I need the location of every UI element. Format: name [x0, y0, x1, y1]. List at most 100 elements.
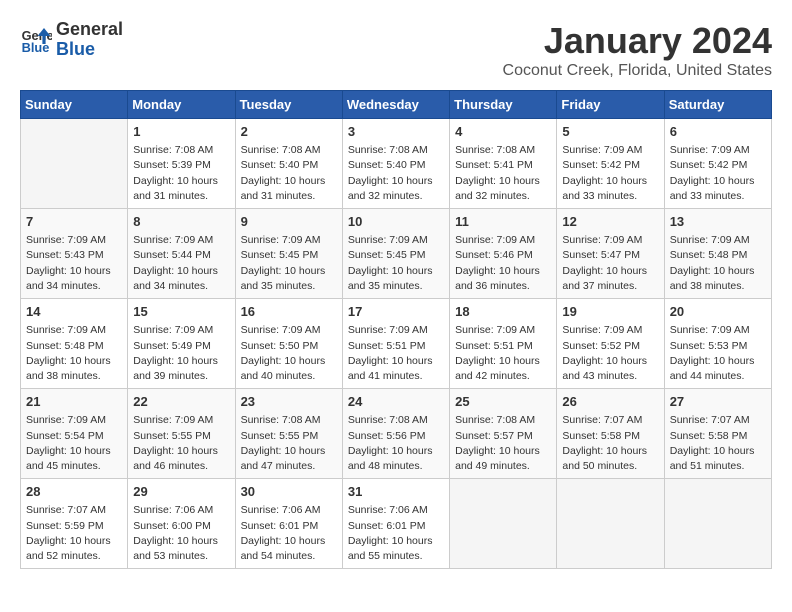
day-number: 25 — [455, 393, 551, 411]
day-content: Sunrise: 7:09 AM Sunset: 5:53 PM Dayligh… — [670, 323, 766, 384]
day-content: Sunrise: 7:09 AM Sunset: 5:45 PM Dayligh… — [241, 233, 337, 294]
day-number: 19 — [562, 303, 658, 321]
calendar-cell: 1 Sunrise: 7:08 AM Sunset: 5:39 PM Daylig… — [128, 119, 235, 209]
header-monday: Monday — [128, 91, 235, 119]
day-number: 6 — [670, 123, 766, 141]
day-content: Sunrise: 7:09 AM Sunset: 5:51 PM Dayligh… — [455, 323, 551, 384]
calendar-cell: 26 Sunrise: 7:07 AM Sunset: 5:58 PM Dayli… — [557, 389, 664, 479]
calendar-cell: 6Sunrise: 7:09 AM Sunset: 5:42 PM Daylig… — [664, 119, 771, 209]
day-number: 24 — [348, 393, 444, 411]
day-content: Sunrise: 7:09 AM Sunset: 5:48 PM Dayligh… — [670, 233, 766, 294]
calendar-cell: 7Sunrise: 7:09 AM Sunset: 5:43 PM Daylig… — [21, 209, 128, 299]
day-content: Sunrise: 7:09 AM Sunset: 5:44 PM Dayligh… — [133, 233, 229, 294]
day-number: 29 — [133, 483, 229, 501]
calendar-cell: 15 Sunrise: 7:09 AM Sunset: 5:49 PM Dayli… — [128, 299, 235, 389]
calendar-cell — [21, 119, 128, 209]
calendar-cell: 21Sunrise: 7:09 AM Sunset: 5:54 PM Dayli… — [21, 389, 128, 479]
day-number: 1 — [133, 123, 229, 141]
page-subtitle: Coconut Creek, Florida, United States — [503, 62, 772, 80]
calendar-cell: 31Sunrise: 7:06 AM Sunset: 6:01 PM Dayli… — [342, 479, 449, 569]
day-number: 10 — [348, 213, 444, 231]
day-content: Sunrise: 7:07 AM Sunset: 5:58 PM Dayligh… — [562, 413, 658, 474]
day-content: Sunrise: 7:08 AM Sunset: 5:57 PM Dayligh… — [455, 413, 551, 474]
calendar-cell — [450, 479, 557, 569]
day-number: 16 — [241, 303, 337, 321]
calendar-cell: 18 Sunrise: 7:09 AM Sunset: 5:51 PM Dayli… — [450, 299, 557, 389]
day-number: 26 — [562, 393, 658, 411]
day-content: Sunrise: 7:07 AM Sunset: 5:59 PM Dayligh… — [26, 503, 122, 564]
calendar-week-1: 1 Sunrise: 7:08 AM Sunset: 5:39 PM Daylig… — [21, 119, 772, 209]
calendar-table: SundayMondayTuesdayWednesdayThursdayFrid… — [20, 90, 772, 569]
header-tuesday: Tuesday — [235, 91, 342, 119]
calendar-cell: 19 Sunrise: 7:09 AM Sunset: 5:52 PM Dayli… — [557, 299, 664, 389]
day-content: Sunrise: 7:08 AM Sunset: 5:55 PM Dayligh… — [241, 413, 337, 474]
calendar-cell: 25 Sunrise: 7:08 AM Sunset: 5:57 PM Dayli… — [450, 389, 557, 479]
day-content: Sunrise: 7:09 AM Sunset: 5:45 PM Dayligh… — [348, 233, 444, 294]
day-number: 8 — [133, 213, 229, 231]
header-thursday: Thursday — [450, 91, 557, 119]
header-saturday: Saturday — [664, 91, 771, 119]
header-sunday: Sunday — [21, 91, 128, 119]
calendar-cell: 28 Sunrise: 7:07 AM Sunset: 5:59 PM Dayli… — [21, 479, 128, 569]
calendar-cell: 10 Sunrise: 7:09 AM Sunset: 5:45 PM Dayli… — [342, 209, 449, 299]
day-number: 22 — [133, 393, 229, 411]
day-number: 4 — [455, 123, 551, 141]
title-block: January 2024 Coconut Creek, Florida, Uni… — [503, 20, 772, 80]
calendar-week-2: 7Sunrise: 7:09 AM Sunset: 5:43 PM Daylig… — [21, 209, 772, 299]
calendar-week-5: 28 Sunrise: 7:07 AM Sunset: 5:59 PM Dayli… — [21, 479, 772, 569]
day-content: Sunrise: 7:07 AM Sunset: 5:58 PM Dayligh… — [670, 413, 766, 474]
page-title: January 2024 — [503, 20, 772, 62]
logo-text-line1: General — [56, 20, 123, 40]
calendar-header-row: SundayMondayTuesdayWednesdayThursdayFrid… — [21, 91, 772, 119]
calendar-cell: 4 Sunrise: 7:08 AM Sunset: 5:41 PM Daylig… — [450, 119, 557, 209]
page-header: General Blue General Blue January 2024 C… — [20, 20, 772, 80]
calendar-cell — [664, 479, 771, 569]
day-content: Sunrise: 7:09 AM Sunset: 5:46 PM Dayligh… — [455, 233, 551, 294]
logo: General Blue General Blue — [20, 20, 123, 60]
day-number: 18 — [455, 303, 551, 321]
header-wednesday: Wednesday — [342, 91, 449, 119]
calendar-week-4: 21Sunrise: 7:09 AM Sunset: 5:54 PM Dayli… — [21, 389, 772, 479]
day-content: Sunrise: 7:08 AM Sunset: 5:39 PM Dayligh… — [133, 143, 229, 204]
day-content: Sunrise: 7:08 AM Sunset: 5:56 PM Dayligh… — [348, 413, 444, 474]
day-content: Sunrise: 7:09 AM Sunset: 5:51 PM Dayligh… — [348, 323, 444, 384]
day-content: Sunrise: 7:09 AM Sunset: 5:52 PM Dayligh… — [562, 323, 658, 384]
day-content: Sunrise: 7:09 AM Sunset: 5:54 PM Dayligh… — [26, 413, 122, 474]
day-number: 28 — [26, 483, 122, 501]
calendar-cell: 20Sunrise: 7:09 AM Sunset: 5:53 PM Dayli… — [664, 299, 771, 389]
day-number: 17 — [348, 303, 444, 321]
calendar-cell: 12 Sunrise: 7:09 AM Sunset: 5:47 PM Dayli… — [557, 209, 664, 299]
logo-icon: General Blue — [20, 24, 52, 56]
day-content: Sunrise: 7:06 AM Sunset: 6:01 PM Dayligh… — [348, 503, 444, 564]
day-number: 13 — [670, 213, 766, 231]
day-content: Sunrise: 7:09 AM Sunset: 5:50 PM Dayligh… — [241, 323, 337, 384]
day-content: Sunrise: 7:08 AM Sunset: 5:40 PM Dayligh… — [241, 143, 337, 204]
day-content: Sunrise: 7:09 AM Sunset: 5:47 PM Dayligh… — [562, 233, 658, 294]
day-content: Sunrise: 7:09 AM Sunset: 5:49 PM Dayligh… — [133, 323, 229, 384]
calendar-cell: 5 Sunrise: 7:09 AM Sunset: 5:42 PM Daylig… — [557, 119, 664, 209]
day-content: Sunrise: 7:06 AM Sunset: 6:00 PM Dayligh… — [133, 503, 229, 564]
day-content: Sunrise: 7:09 AM Sunset: 5:48 PM Dayligh… — [26, 323, 122, 384]
day-number: 2 — [241, 123, 337, 141]
day-content: Sunrise: 7:09 AM Sunset: 5:55 PM Dayligh… — [133, 413, 229, 474]
day-content: Sunrise: 7:09 AM Sunset: 5:42 PM Dayligh… — [562, 143, 658, 204]
calendar-cell: 14Sunrise: 7:09 AM Sunset: 5:48 PM Dayli… — [21, 299, 128, 389]
day-number: 27 — [670, 393, 766, 411]
day-number: 23 — [241, 393, 337, 411]
calendar-cell: 3 Sunrise: 7:08 AM Sunset: 5:40 PM Daylig… — [342, 119, 449, 209]
calendar-cell: 11 Sunrise: 7:09 AM Sunset: 5:46 PM Dayli… — [450, 209, 557, 299]
header-friday: Friday — [557, 91, 664, 119]
calendar-cell: 9Sunrise: 7:09 AM Sunset: 5:45 PM Daylig… — [235, 209, 342, 299]
day-content: Sunrise: 7:08 AM Sunset: 5:40 PM Dayligh… — [348, 143, 444, 204]
day-number: 5 — [562, 123, 658, 141]
calendar-cell: 13 Sunrise: 7:09 AM Sunset: 5:48 PM Dayli… — [664, 209, 771, 299]
day-number: 11 — [455, 213, 551, 231]
calendar-cell: 16 Sunrise: 7:09 AM Sunset: 5:50 PM Dayli… — [235, 299, 342, 389]
day-number: 15 — [133, 303, 229, 321]
day-number: 7 — [26, 213, 122, 231]
calendar-cell: 30Sunrise: 7:06 AM Sunset: 6:01 PM Dayli… — [235, 479, 342, 569]
day-number: 3 — [348, 123, 444, 141]
day-number: 12 — [562, 213, 658, 231]
calendar-cell: 27 Sunrise: 7:07 AM Sunset: 5:58 PM Dayli… — [664, 389, 771, 479]
day-content: Sunrise: 7:08 AM Sunset: 5:41 PM Dayligh… — [455, 143, 551, 204]
